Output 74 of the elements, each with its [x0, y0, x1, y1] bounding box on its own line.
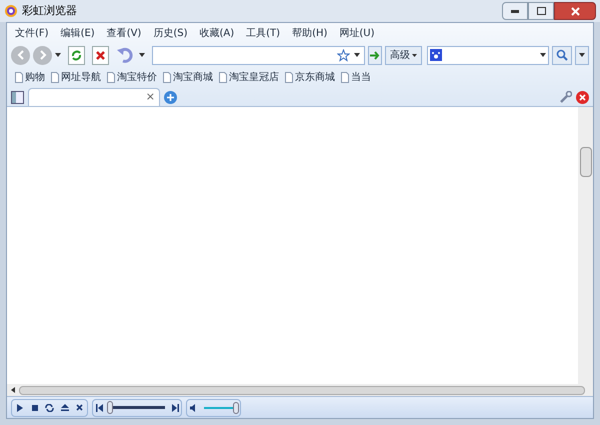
search-icon [556, 49, 568, 61]
bookmark-link[interactable]: 当当 [351, 70, 371, 84]
close-icon [570, 6, 580, 16]
go-button[interactable] [368, 46, 382, 64]
close-icon [76, 404, 83, 411]
repeat-icon [45, 404, 54, 412]
minimize-icon [511, 10, 519, 12]
page-icon [107, 72, 115, 82]
caret-icon[interactable] [540, 53, 546, 57]
sidebar-toggle-icon[interactable] [11, 91, 24, 104]
page-icon [163, 72, 171, 82]
menu-item[interactable]: 历史(S) [153, 26, 188, 40]
close-icon [579, 94, 586, 101]
left-arrow-icon[interactable] [11, 387, 15, 393]
caret-icon [412, 54, 417, 56]
refresh-icon [71, 50, 82, 60]
right-arrow-icon [370, 50, 380, 60]
app-logo-icon [4, 4, 18, 18]
horizontal-scrollbar[interactable] [7, 384, 593, 396]
page-icon [51, 72, 59, 82]
bookmark-link[interactable]: 京东商城 [295, 70, 335, 84]
page-icon [285, 72, 293, 82]
play-icon [16, 404, 22, 412]
maximize-button[interactable] [528, 2, 554, 20]
caret-icon[interactable] [354, 53, 360, 57]
advanced-button[interactable]: 高级 [385, 46, 422, 64]
paw-icon [430, 49, 442, 61]
menu-item[interactable]: 工具(T) [246, 26, 280, 40]
address-field[interactable] [152, 46, 365, 64]
volume-thumb[interactable] [233, 402, 239, 414]
minimize-button[interactable] [502, 2, 528, 20]
bookmark-link[interactable]: 购物 [25, 70, 45, 84]
bookmark-link[interactable]: 淘宝特价 [117, 70, 157, 84]
bookmark-link[interactable]: 网址导航 [61, 70, 101, 84]
scroll-thumb[interactable] [580, 147, 592, 177]
page-icon [219, 72, 227, 82]
scroll-thumb[interactable] [19, 386, 585, 394]
search-field[interactable] [427, 46, 549, 64]
caret-icon [579, 53, 585, 57]
page-icon [341, 72, 349, 82]
refresh-button[interactable] [68, 46, 85, 64]
star-icon[interactable] [337, 48, 350, 62]
undo-arrow-icon [117, 47, 135, 63]
skip-forward-icon [172, 404, 178, 412]
close-button[interactable] [554, 2, 596, 20]
stop-icon [32, 404, 38, 410]
plus-icon [167, 94, 174, 101]
menu-item[interactable]: 编辑(E) [60, 26, 95, 40]
menu-item[interactable]: 查看(V) [106, 26, 142, 40]
new-tab-button[interactable] [164, 91, 177, 104]
vertical-scrollbar[interactable] [578, 107, 593, 384]
caret-icon[interactable] [139, 53, 145, 57]
search-button[interactable] [552, 46, 572, 64]
eject-icon [60, 404, 68, 411]
window-title: 彩虹浏览器 [22, 2, 77, 19]
menu-item[interactable]: 网址(U) [339, 26, 375, 40]
skip-back-icon [96, 404, 102, 412]
restore-icon [536, 7, 546, 15]
caret-icon[interactable] [55, 53, 61, 57]
menu-item[interactable]: 文件(F) [15, 26, 49, 40]
browser-tab[interactable]: × [28, 88, 160, 106]
tab-close-button[interactable]: × [146, 89, 155, 106]
menu-item[interactable]: 收藏(A) [200, 26, 234, 40]
bookmark-link[interactable]: 淘宝商城 [173, 70, 213, 84]
menu-item[interactable]: 帮助(H) [292, 26, 328, 40]
stop-x-icon [96, 50, 105, 60]
stop-button[interactable] [92, 46, 109, 64]
dropdown-button[interactable] [575, 46, 589, 64]
speaker-icon [190, 404, 198, 412]
page-icon [15, 72, 23, 82]
wrench-icon[interactable] [559, 91, 572, 104]
progress-thumb[interactable] [107, 401, 114, 414]
close-tab-button[interactable] [576, 91, 589, 104]
bookmark-link[interactable]: 淘宝皇冠店 [229, 70, 279, 84]
